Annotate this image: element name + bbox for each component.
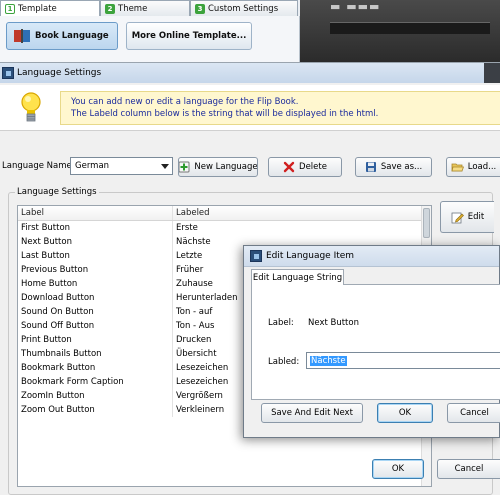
cancel-button[interactable]: Cancel [437, 459, 500, 479]
ok-label: OK [391, 464, 405, 474]
load-button[interactable]: Load... [446, 157, 500, 177]
window-title: Language Settings [17, 68, 102, 78]
dialog-panel: Label: Next Button Labled: Nächste [251, 284, 500, 400]
dialog-ok-button[interactable]: OK [377, 403, 433, 423]
tab-theme[interactable]: 2 Theme [100, 0, 190, 16]
scrollbar-thumb[interactable] [423, 208, 430, 238]
window-titlebar[interactable]: Language Settings [0, 63, 500, 83]
app-icon [2, 67, 14, 79]
row-label: Bookmark Form Caption [18, 375, 173, 389]
save-icon [365, 161, 377, 173]
add-icon [179, 161, 190, 173]
row-label: Bookmark Button [18, 361, 173, 375]
labeled-caption: Labled: [268, 357, 300, 367]
dialog-cancel-label: Cancel [460, 408, 489, 418]
tab-number-badge: 1 [5, 3, 15, 14]
row-label: Home Button [18, 277, 173, 291]
row-label: Last Button [18, 249, 173, 263]
folder-open-icon [451, 161, 464, 173]
column-header-labeled[interactable]: Labeled [173, 206, 431, 220]
book-language-label: Book Language [35, 31, 109, 41]
dialog-cancel-button[interactable]: Cancel [447, 403, 500, 423]
edit-language-item-dialog: Edit Language Item Edit Language String … [243, 245, 500, 438]
info-banner: You can add new or edit a language for t… [0, 85, 500, 131]
tab-label: Template [18, 3, 57, 14]
tab-template[interactable]: 1 Template [0, 0, 100, 16]
preview-bar [330, 22, 490, 34]
app-icon [250, 250, 262, 262]
row-label: Print Button [18, 333, 173, 347]
chevron-down-icon [161, 164, 169, 169]
save-as-label: Save as... [380, 162, 423, 172]
tab-label: Theme [118, 3, 148, 14]
save-as-button[interactable]: Save as... [355, 157, 432, 177]
row-label: Zoom Out Button [18, 403, 173, 417]
delete-icon [283, 161, 295, 173]
delete-label: Delete [299, 162, 327, 172]
load-label: Load... [467, 162, 497, 172]
row-label: Download Button [18, 291, 173, 305]
row-label: ZoomIn Button [18, 389, 173, 403]
row-label: First Button [18, 221, 173, 235]
edit-button[interactable]: Edit [440, 201, 494, 233]
dialog-titlebar[interactable]: Edit Language Item [244, 246, 499, 267]
row-label: Next Button [18, 235, 173, 249]
delete-button[interactable]: Delete [268, 157, 342, 177]
save-and-edit-next-button[interactable]: Save And Edit Next [261, 403, 363, 423]
grid-header: Label Labeled [18, 206, 431, 221]
row-value: Erste [176, 223, 198, 233]
labeled-input[interactable]: Nächste [306, 352, 500, 369]
tab-custom-settings[interactable]: 3 Custom Settings [190, 0, 298, 16]
column-header-label[interactable]: Label [18, 206, 173, 220]
row-label: Thumbnails Button [18, 347, 173, 361]
more-online-template-button[interactable]: More Online Template... [126, 22, 252, 50]
row-label: Previous Button [18, 263, 173, 277]
row-label: Sound On Button [18, 305, 173, 319]
language-select-value: German [75, 161, 110, 171]
new-language-button[interactable]: New Language [178, 157, 258, 177]
language-name-label: Language Name: [2, 161, 75, 171]
labeled-input-value: Nächste [310, 355, 347, 366]
label-caption: Label: [268, 318, 294, 328]
tab-label: Custom Settings [208, 3, 279, 14]
app-toolbar: Book Language More Online Template... [0, 16, 300, 62]
close-icon[interactable] [484, 63, 500, 83]
edit-label: Edit [467, 212, 485, 222]
new-language-label: New Language [194, 162, 258, 172]
book-icon [13, 28, 31, 44]
dialog-ok-label: OK [398, 408, 412, 418]
book-language-button[interactable]: Book Language [6, 22, 118, 50]
tab-number-badge: 2 [105, 3, 115, 14]
lightbulb-icon [21, 92, 41, 122]
table-row[interactable]: First Button Erste [18, 221, 431, 235]
more-online-template-label: More Online Template... [131, 31, 247, 41]
dialog-title: Edit Language Item [266, 251, 355, 261]
tab-edit-language-string[interactable]: Edit Language String [251, 269, 344, 285]
row-label: Sound Off Button [18, 319, 173, 333]
cancel-label: Cancel [454, 464, 484, 474]
background-app: 1 Template 2 Theme 3 Custom Settings Boo… [0, 0, 500, 62]
preview-title-graphic: ▬ ▬▬▬ [330, 0, 381, 13]
preview-area: ▬ ▬▬▬ [300, 0, 500, 62]
ok-button[interactable]: OK [372, 459, 424, 479]
main-tabs: 1 Template 2 Theme 3 Custom Settings [0, 0, 298, 16]
info-line: The Labeld column below is the string th… [71, 109, 379, 119]
tab-number-badge: 3 [195, 3, 205, 14]
save-and-edit-next-label: Save And Edit Next [271, 408, 353, 418]
language-select[interactable]: German [70, 157, 173, 175]
label-value: Next Button [308, 318, 359, 328]
info-line: You can add new or edit a language for t… [71, 97, 299, 107]
edit-icon [451, 211, 464, 224]
group-title: Language Settings [15, 187, 99, 197]
info-message: You can add new or edit a language for t… [60, 91, 500, 125]
